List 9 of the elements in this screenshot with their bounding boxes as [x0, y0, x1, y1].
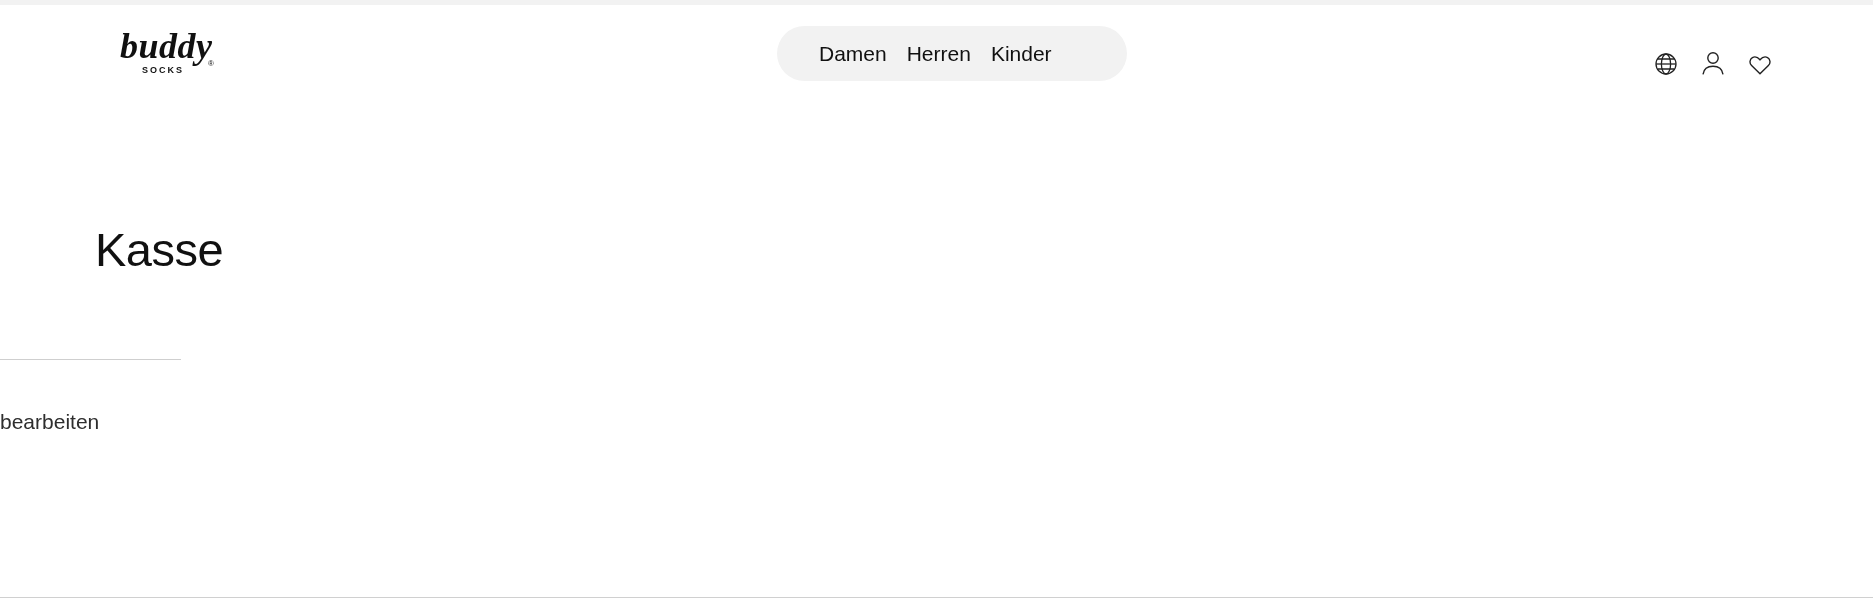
- nav-link[interactable]: Kinder: [990, 41, 1052, 66]
- nav-link[interactable]: Herren: [906, 41, 971, 66]
- logo[interactable]: buddy SOCKS ®: [120, 29, 220, 75]
- heart-icon[interactable]: [1749, 56, 1771, 75]
- person-icon[interactable]: [1702, 52, 1724, 75]
- nav-link[interactable]: Damen: [819, 41, 887, 66]
- page-title: Kasse: [95, 223, 224, 277]
- edit-link[interactable]: bearbeiten: [0, 409, 100, 434]
- globe-icon[interactable]: [1655, 53, 1677, 75]
